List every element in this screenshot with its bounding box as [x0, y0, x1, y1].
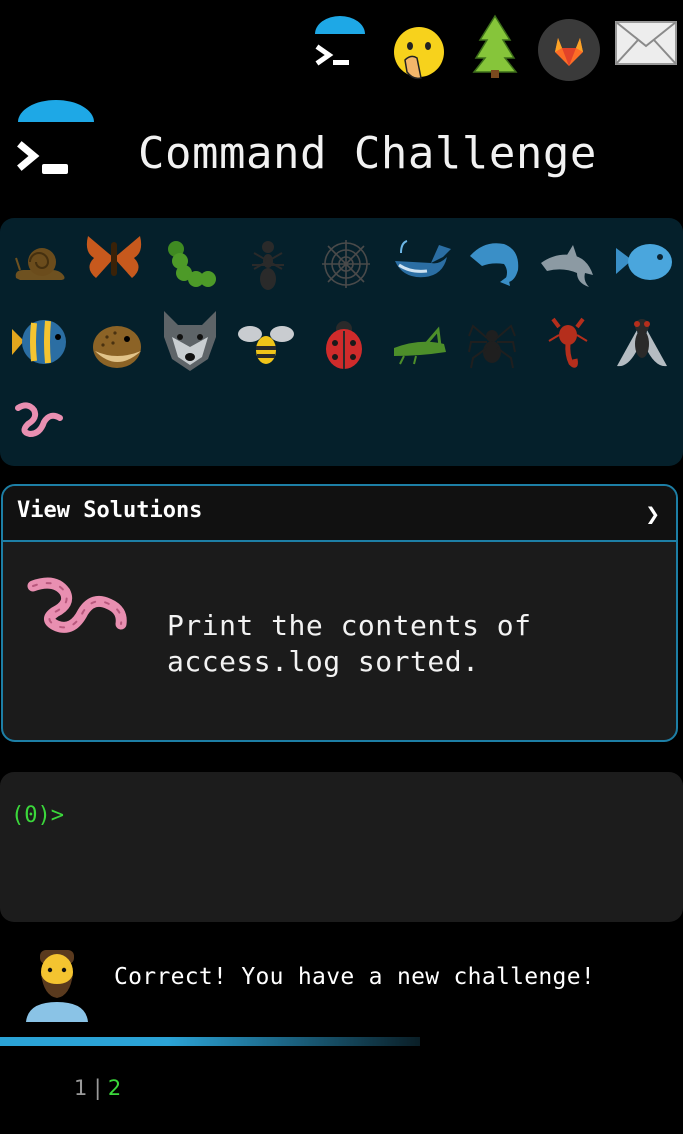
pagination: 1 | 2 — [74, 1076, 121, 1100]
terminal-prompt: (0)> — [11, 803, 64, 828]
challenge-description: Print the contents of access.log sorted. — [167, 609, 532, 678]
page-title: Command Challenge — [138, 128, 597, 179]
ladybug-icon[interactable] — [312, 312, 376, 376]
worm-icon[interactable] — [8, 388, 72, 452]
dolphin-gray-icon[interactable] — [536, 232, 600, 296]
spider-icon[interactable] — [460, 312, 524, 376]
spider-web-icon[interactable] — [314, 232, 378, 296]
hushed-face-icon[interactable] — [391, 24, 447, 82]
chevron-right-icon: ❯ — [645, 500, 660, 528]
top-nav — [0, 0, 683, 95]
view-solutions-label: View Solutions — [17, 498, 203, 523]
cricket-icon[interactable] — [388, 314, 452, 378]
challenge-panel: View Solutions ❯ Print the contents of a… — [1, 484, 678, 742]
wolf-icon[interactable] — [158, 308, 222, 372]
butterfly-icon[interactable] — [82, 226, 146, 290]
bee-icon[interactable] — [234, 312, 298, 376]
caterpillar-icon[interactable] — [158, 232, 222, 296]
app-logo-icon — [17, 100, 94, 174]
terminal-input[interactable]: (0)> — [0, 772, 683, 922]
status-message: Correct! You have a new challenge! — [114, 964, 596, 990]
fly-icon[interactable] — [610, 310, 674, 374]
snail-icon[interactable] — [8, 232, 72, 296]
view-solutions-toggle[interactable]: View Solutions ❯ — [3, 486, 676, 542]
dolphin-icon[interactable] — [462, 230, 526, 294]
challenge-grid — [0, 218, 683, 466]
ant-icon[interactable] — [236, 232, 300, 296]
fish-icon[interactable] — [612, 230, 676, 294]
page-link-prev[interactable]: 1 — [74, 1076, 87, 1100]
page-current[interactable]: 2 — [108, 1076, 121, 1100]
mail-icon[interactable] — [614, 20, 678, 66]
progress-bar — [0, 1037, 420, 1046]
avatar — [26, 950, 88, 1022]
worm-icon — [27, 577, 127, 633]
scorpion-icon[interactable] — [536, 310, 600, 374]
tropical-fish-icon[interactable] — [8, 310, 72, 374]
terminal-icon[interactable] — [309, 14, 371, 76]
page-separator: | — [94, 1076, 102, 1100]
blowfish-icon[interactable] — [84, 314, 148, 378]
tree-icon[interactable] — [472, 14, 518, 80]
gitlab-icon[interactable] — [537, 18, 601, 82]
whale-icon[interactable] — [390, 228, 454, 292]
